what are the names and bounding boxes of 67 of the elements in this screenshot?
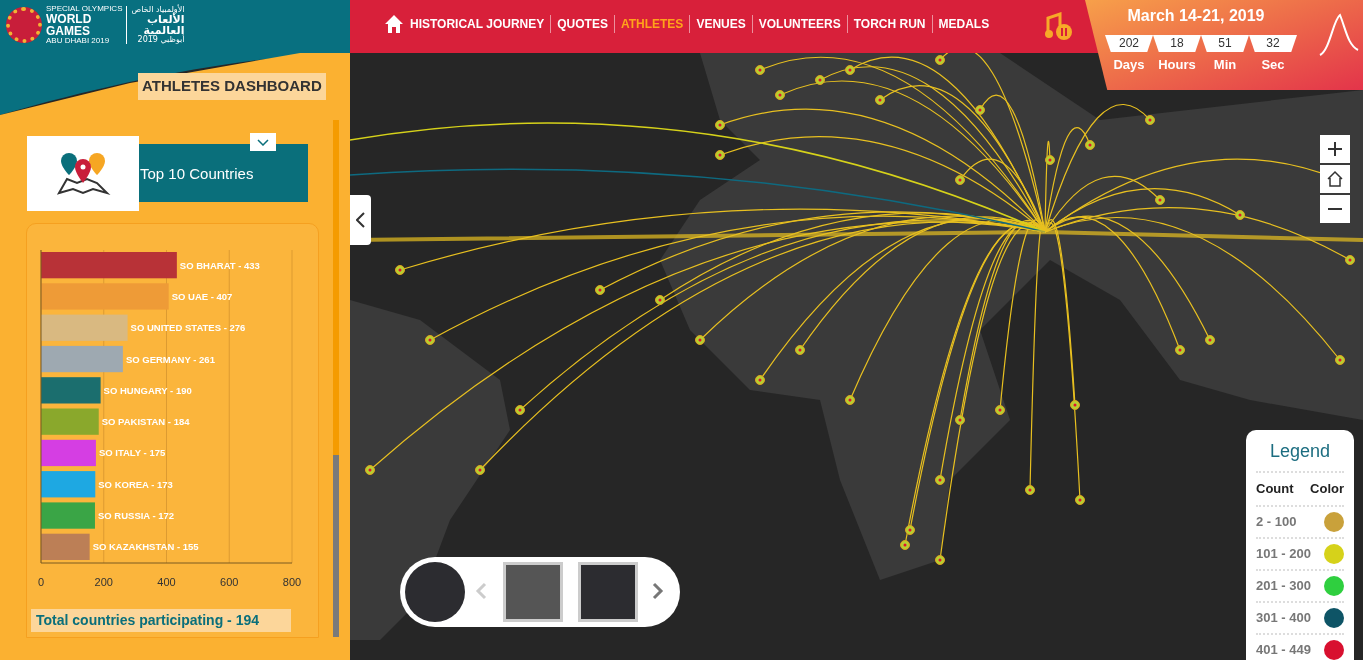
legend-label: 301 - 400: [1256, 608, 1311, 627]
chevron-right-icon[interactable]: [652, 582, 664, 600]
legend-column-header: Count: [1256, 480, 1294, 498]
chevron-down-icon: [257, 138, 269, 146]
minus-icon: [1327, 207, 1343, 211]
logo-title-text: WORLD: [46, 13, 93, 25]
countdown-value: 202: [1105, 35, 1153, 52]
chart-bar: [41, 502, 95, 529]
nav-link[interactable]: VOLUNTEERS: [752, 15, 848, 33]
bar-label: SO UAE - 407: [171, 290, 233, 302]
legend-label: 2 - 100: [1256, 512, 1297, 531]
legend-title: Legend: [1256, 438, 1344, 473]
logo-place-text: ABU DHABI 2019: [46, 37, 111, 45]
total-countries-text: Total countries participating - 194: [31, 609, 291, 632]
plus-icon: [1327, 141, 1343, 157]
home-icon[interactable]: [384, 14, 404, 34]
legend-label: 401 - 449: [1256, 640, 1311, 659]
bar-label: SO RUSSIA - 172: [97, 510, 175, 522]
bar-label: SO ITALY - 175: [98, 447, 166, 459]
dropdown-toggle[interactable]: [250, 133, 276, 151]
countdown-value: 51: [1201, 35, 1249, 52]
logo-arabic-text: أبوظبي 2019: [137, 36, 185, 44]
bar-label: SO PAKISTAN - 184: [101, 416, 190, 428]
axis-tick-label: 0: [37, 576, 45, 588]
nav-link[interactable]: VENUES: [690, 15, 753, 33]
axis-tick-label: 200: [94, 576, 113, 588]
bar-label: SO UNITED STATES - 276: [130, 322, 246, 334]
bar-label: SO GERMANY - 261: [125, 353, 215, 365]
logo-arabic-text: العالمية: [143, 25, 185, 36]
home-icon: [1326, 170, 1344, 188]
zoom-in-button[interactable]: [1320, 135, 1350, 163]
basemap-thumbnail[interactable]: [578, 562, 638, 622]
dashboard-title: ATHLETES DASHBOARD: [138, 73, 326, 100]
bar-label: SO BHARAT - 433: [179, 259, 260, 271]
nav-link[interactable]: QUOTES: [551, 15, 615, 33]
legend-label: 101 - 200: [1256, 544, 1311, 563]
bar-label: SO KOREA - 173: [98, 478, 173, 490]
bar-label: SO KAZAKHSTAN - 155: [92, 541, 199, 553]
axis-tick-label: 800: [282, 576, 302, 588]
panel-title: Top 10 Countries: [140, 164, 254, 184]
chevron-left-icon: [356, 212, 365, 228]
nav-link[interactable]: HISTORICAL JOURNEY: [410, 15, 552, 33]
photo-placeholder[interactable]: [503, 562, 563, 622]
axis-tick-label: 600: [220, 576, 239, 588]
axis-tick-label: 400: [157, 576, 176, 588]
zoom-out-button[interactable]: [1320, 195, 1350, 223]
bar-label: SO HUNGARY - 190: [103, 384, 192, 396]
nav-link[interactable]: MEDALS: [932, 15, 996, 33]
collapse-sidebar-button[interactable]: [350, 195, 371, 245]
chart-bar: [41, 471, 96, 498]
countdown-label: Sec: [1261, 56, 1285, 74]
countdown-dates: March 14-21, 2019: [1127, 6, 1265, 26]
legend-label: 201 - 300: [1256, 576, 1311, 595]
countdown-label: Days: [1113, 56, 1145, 74]
home-button[interactable]: [1320, 165, 1350, 193]
logo-arabic-text: الألعاب: [147, 14, 185, 25]
countdown-label: Hours: [1158, 56, 1196, 74]
logo-org-text: SPECIAL OLYMPICS: [46, 5, 123, 13]
nav-link[interactable]: ATHLETES: [614, 15, 691, 33]
countdown-value: 32: [1249, 35, 1297, 52]
nav-link[interactable]: TORCH RUN: [847, 15, 933, 33]
countdown-value: 18: [1153, 35, 1201, 52]
chart-bar: [41, 377, 101, 404]
logo-title-text: GAMES: [46, 25, 91, 37]
legend-column-header: Color: [1310, 480, 1344, 498]
countdown-label: Min: [1213, 56, 1237, 74]
logo-arabic-text: الأولمبياد الخاص: [131, 6, 185, 14]
